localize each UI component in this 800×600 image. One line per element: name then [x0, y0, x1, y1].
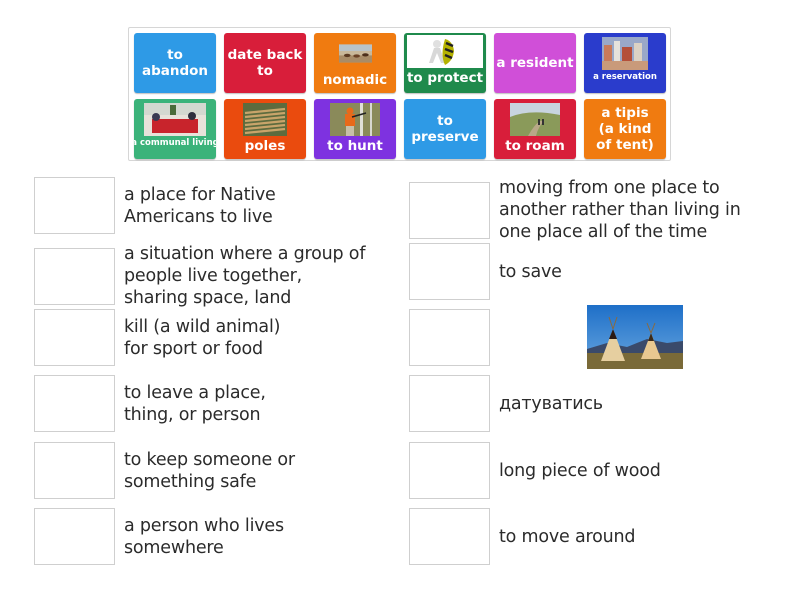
living-room-image: [144, 103, 206, 136]
match-row: a place for Native Americans to live: [34, 177, 299, 234]
tile-label: a reservation: [593, 72, 657, 82]
tile-to-hunt[interactable]: to hunt: [314, 99, 396, 159]
tile-label: to roam: [505, 138, 565, 154]
tile-to-preserve[interactable]: to preserve: [404, 99, 486, 159]
horses-image: [338, 44, 372, 63]
definition-text: to save: [499, 261, 562, 282]
drop-slot[interactable]: [409, 375, 490, 432]
drop-slot[interactable]: [409, 181, 490, 239]
definition-text: kill (a wild animal) for sport or food: [124, 316, 281, 359]
drop-slot[interactable]: [34, 309, 115, 366]
definition-text: to keep someone or something safe: [124, 449, 295, 492]
shield-figure-image: [407, 35, 483, 68]
match-row: to leave a place, thing, or person: [34, 375, 284, 432]
match-row: long piece of wood: [409, 442, 719, 499]
tile-to-abandon[interactable]: to abandon: [134, 33, 216, 93]
tile-label: to abandon: [141, 47, 209, 79]
match-row: a person who lives somewhere: [34, 508, 299, 565]
definition-text: a person who lives somewhere: [124, 515, 284, 558]
definition-text: long piece of wood: [499, 460, 661, 481]
match-row: moving from one place to another rather …: [409, 177, 749, 243]
tile-a-resident[interactable]: a resident: [494, 33, 576, 93]
word-bank: to abandon date back to nomadic to prote…: [128, 27, 671, 161]
drop-slot[interactable]: [34, 375, 115, 432]
drop-slot[interactable]: [409, 243, 490, 300]
match-row: to move around: [409, 508, 719, 565]
match-row: to keep someone or something safe: [34, 442, 299, 499]
match-row: [409, 309, 490, 366]
drop-slot[interactable]: [34, 247, 115, 305]
tile-label: date back to: [227, 47, 303, 79]
tile-nomadic[interactable]: nomadic: [314, 33, 396, 93]
tile-label: a tipis (a kind of tent): [596, 105, 654, 153]
match-row: to save: [409, 243, 699, 300]
tile-label: to preserve: [411, 113, 479, 145]
tile-to-protect[interactable]: to protect: [404, 33, 486, 93]
drop-slot[interactable]: [34, 442, 115, 499]
match-row: kill (a wild animal) for sport or food: [34, 309, 299, 366]
tile-label: to protect: [406, 70, 484, 86]
tile-to-roam[interactable]: to roam: [494, 99, 576, 159]
drop-slot[interactable]: [409, 309, 490, 366]
tipis-image: [587, 305, 683, 369]
tile-label: nomadic: [322, 72, 388, 88]
tile-a-tipis[interactable]: a tipis (a kind of tent): [584, 99, 666, 159]
hunter-image: [330, 103, 380, 136]
definition-text: a situation where a group of people live…: [124, 244, 366, 308]
definition-text: to move around: [499, 526, 636, 547]
definition-text: a place for Native Americans to live: [124, 184, 276, 227]
tile-label: a resident: [496, 55, 574, 71]
drop-slot[interactable]: [34, 177, 115, 234]
tile-a-communal-living[interactable]: a communal living: [134, 99, 216, 159]
definition-text: to leave a place, thing, or person: [124, 382, 266, 425]
drop-slot[interactable]: [409, 442, 490, 499]
tile-poles[interactable]: poles: [224, 99, 306, 159]
tile-date-back-to[interactable]: date back to: [224, 33, 306, 93]
definition-text: датуватись: [499, 393, 603, 414]
match-row: датуватись: [409, 375, 699, 432]
wooden-poles-image: [243, 103, 287, 136]
hikers-image: [510, 103, 560, 136]
drop-slot[interactable]: [34, 508, 115, 565]
tile-label: to hunt: [327, 138, 383, 154]
drop-slot[interactable]: [409, 508, 490, 565]
definition-text: moving from one place to another rather …: [499, 178, 741, 242]
tile-label: a communal living: [134, 138, 216, 148]
village-image: [602, 37, 648, 70]
tile-label: poles: [244, 138, 286, 154]
tile-a-reservation[interactable]: a reservation: [584, 33, 666, 93]
match-row: a situation where a group of people live…: [34, 243, 369, 309]
